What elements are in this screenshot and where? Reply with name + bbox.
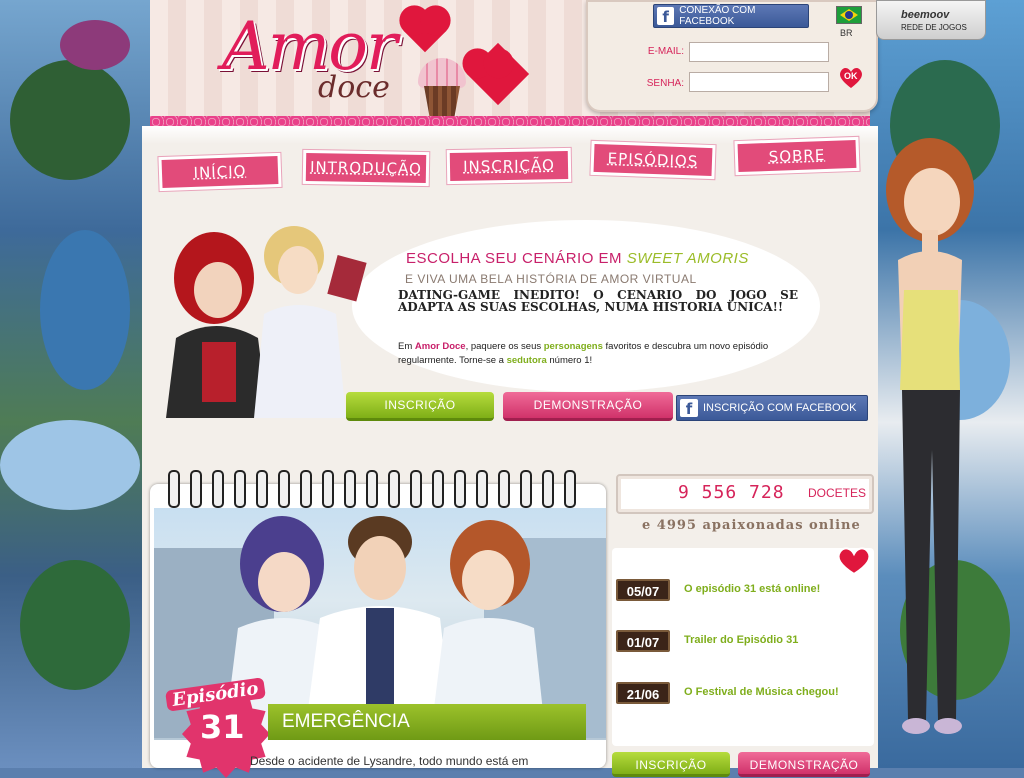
- news-date: 21/06: [616, 682, 670, 704]
- facebook-signup-label: INSCRIÇÃO COM FACEBOOK: [703, 402, 857, 414]
- login-ok-label: OK: [844, 71, 858, 81]
- promo-tagline: DATING-GAME INEDITO! O CENARIO DO JOGO S…: [398, 288, 798, 314]
- tab-introducao-label: INTRODUÇÃO: [309, 158, 423, 178]
- beemoov-label: REDE DE JOGOS: [901, 23, 967, 32]
- tab-inscricao-label: INSCRIÇÃO: [462, 156, 556, 176]
- facebook-icon: f: [657, 7, 675, 26]
- calendar-rings: [168, 470, 588, 510]
- episode-teaser: Desde o acidente de Lysandre, todo mundo…: [250, 754, 529, 768]
- promo-desc-brand: Amor Doce: [414, 341, 466, 352]
- language-code: BR: [840, 28, 853, 38]
- password-field[interactable]: [689, 72, 829, 92]
- promo-headline: ESCOLHA SEU CENÁRIO EM SWEET AMORIS: [406, 250, 749, 267]
- news-title[interactable]: Trailer do Episódio 31: [684, 634, 798, 646]
- tab-sobre-label: SOBRE: [768, 146, 826, 166]
- tab-episodios-label: EPISÓDIOS: [607, 149, 699, 171]
- news-heart-icon: [836, 546, 872, 576]
- news-title[interactable]: O Festival de Música chegou!: [684, 686, 839, 698]
- beemoov-network-badge[interactable]: beemoov REDE DE JOGOS: [876, 0, 986, 40]
- facebook-icon: f: [680, 399, 698, 418]
- player-counter: 9 556 728 DOCETES: [616, 474, 874, 514]
- tab-inicio-label: INÍCIO: [193, 162, 247, 182]
- news-date: 05/07: [616, 579, 670, 601]
- player-count: 9 556 728: [678, 482, 785, 503]
- demo-button[interactable]: DEMONSTRAÇÃO: [503, 392, 673, 421]
- logo-doce-text: doce: [318, 70, 390, 105]
- password-label: SENHA:: [646, 78, 684, 89]
- promo-headline-highlight: SWEET AMORIS: [626, 250, 749, 267]
- promo-desc-part: , paquere os seus: [465, 341, 544, 352]
- email-field[interactable]: [689, 42, 829, 62]
- news-title[interactable]: O episódio 31 está online!: [684, 583, 820, 595]
- tab-inicio[interactable]: INÍCIO: [161, 155, 279, 189]
- promo-desc-characters: personagens: [543, 341, 603, 352]
- signup-button[interactable]: INSCRIÇÃO: [346, 392, 494, 421]
- facebook-connect-button[interactable]: f CONEXÃO COM FACEBOOK: [653, 4, 809, 28]
- promo-desc-seductress: sedutora: [506, 355, 547, 366]
- online-count: e 4995 apaixonadas online: [642, 518, 861, 533]
- episode-number: 31: [200, 708, 245, 746]
- brazil-flag-icon[interactable]: [836, 6, 862, 24]
- tab-episodios[interactable]: EPISÓDIOS: [593, 143, 713, 177]
- bottom-demo-button[interactable]: DEMONSTRAÇÃO: [738, 752, 870, 777]
- login-ok-button[interactable]: OK: [838, 66, 864, 90]
- tab-inscricao[interactable]: INSCRIÇÃO: [449, 150, 569, 182]
- promo-headline-text: ESCOLHA SEU CENÁRIO EM: [406, 250, 627, 267]
- episode-title: EMERGÊNCIA: [268, 704, 586, 740]
- promo-subheadline: E VIVA UMA BELA HISTÓRIA DE AMOR VIRTUAL: [405, 272, 697, 286]
- girl-character-illustration: [886, 138, 974, 734]
- promo-desc-part: número 1!: [546, 355, 593, 366]
- cupcake-icon: [418, 58, 466, 118]
- promo-desc-part: Em: [398, 341, 415, 352]
- main-panel-top: [142, 126, 878, 144]
- promo-description: Em Amor Doce, paquere os seus personagen…: [398, 340, 798, 368]
- news-date: 01/07: [616, 630, 670, 652]
- tab-introducao[interactable]: INTRODUÇÃO: [305, 152, 427, 184]
- bottom-signup-button[interactable]: INSCRIÇÃO: [612, 752, 730, 777]
- background-art-left: [0, 0, 150, 768]
- email-label: E-MAIL:: [647, 46, 684, 57]
- facebook-connect-label: CONEXÃO COM FACEBOOK: [679, 5, 756, 27]
- player-count-unit: DOCETES: [808, 486, 867, 500]
- beemoov-brand: beemoov: [901, 9, 950, 21]
- characters-illustration: [166, 226, 367, 418]
- facebook-signup-button[interactable]: f INSCRIÇÃO COM FACEBOOK: [676, 395, 868, 421]
- tab-sobre[interactable]: SOBRE: [737, 139, 857, 173]
